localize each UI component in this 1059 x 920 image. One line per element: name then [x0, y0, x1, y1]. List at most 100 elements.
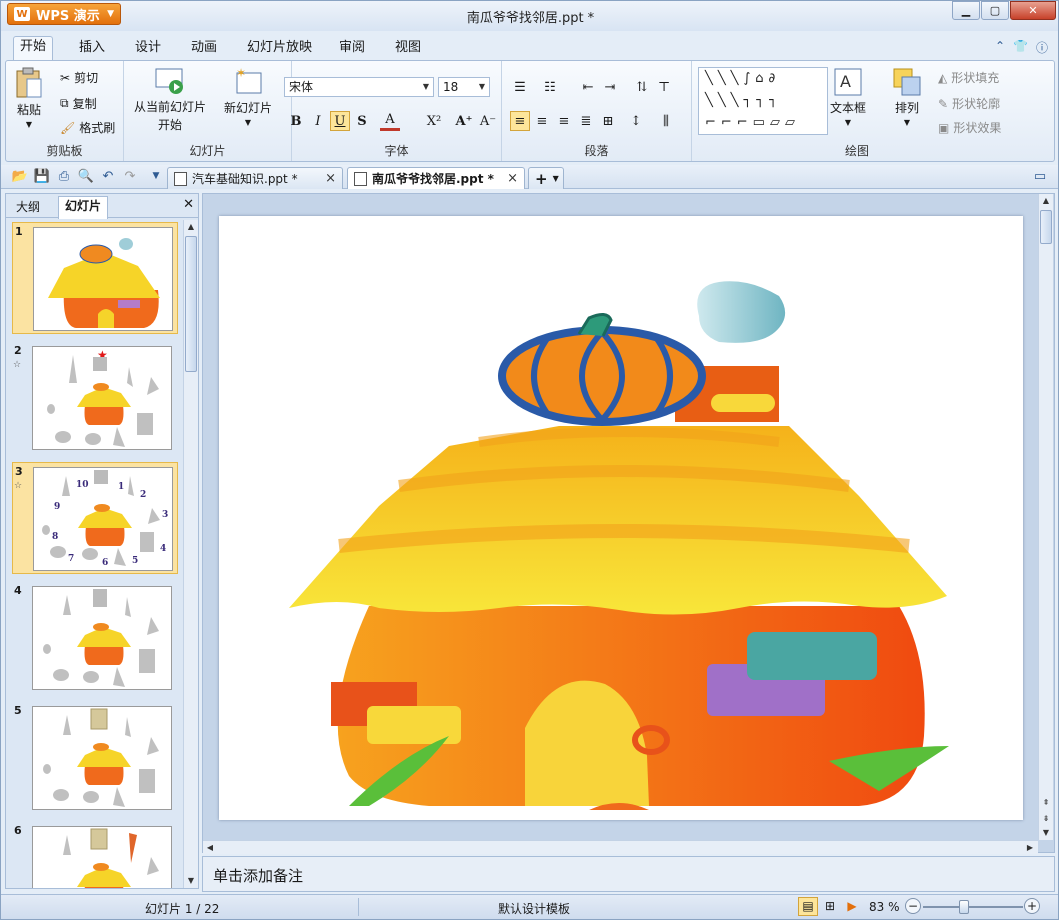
shape-outline-button[interactable]: ✎ 形状轮廓: [938, 95, 1000, 112]
shape-effect-button[interactable]: ▣ 形状效果: [938, 119, 1001, 136]
zoom-in-button[interactable]: +: [1024, 898, 1040, 914]
save-icon[interactable]: 💾: [33, 168, 51, 185]
close-icon[interactable]: ×: [325, 171, 336, 186]
slide-thumbnail-1[interactable]: 1: [12, 222, 178, 334]
copy-button[interactable]: ⧉ 复制: [60, 95, 97, 112]
editor-vscrollbar[interactable]: ▲ ⇞ ⇟ ▼: [1038, 194, 1053, 840]
textbox-button[interactable]: A 文本框 ▼: [830, 67, 866, 127]
new-tab-button[interactable]: + ▼: [528, 167, 564, 189]
clipboard-group: 粘贴 ▼ ✂ 剪切 ⧉ 复制 🖌 格式刷 剪贴板: [6, 61, 124, 161]
editor-hscrollbar[interactable]: ◀ ▶: [203, 840, 1038, 854]
tab-animation[interactable]: 动画: [185, 38, 223, 60]
prev-slide-icon[interactable]: ⇞: [1039, 796, 1053, 810]
number-list-icon[interactable]: ☷: [540, 77, 560, 97]
status-divider: [358, 898, 359, 916]
skin-icon[interactable]: 👕: [1013, 39, 1028, 56]
text-direction-icon[interactable]: ⇅: [632, 77, 652, 97]
maximize-button[interactable]: ▢: [981, 1, 1009, 20]
slideshow-view-icon[interactable]: ▶: [842, 897, 862, 916]
font-size-combo[interactable]: 18 ▼: [438, 77, 490, 97]
zoom-slider-handle[interactable]: [959, 900, 969, 914]
font-color-button[interactable]: A: [380, 111, 400, 131]
sorter-view-icon[interactable]: ⊞: [820, 897, 840, 916]
format-painter-button[interactable]: 🖌 格式刷: [60, 119, 115, 136]
tab-list-icon[interactable]: ▭: [1031, 168, 1049, 185]
decrease-indent-icon[interactable]: ⇤: [578, 77, 598, 97]
shape-fill-label: 形状填充: [951, 71, 1000, 85]
scroll-thumb[interactable]: [1040, 210, 1052, 244]
help-icon[interactable]: ⓘ: [1036, 39, 1048, 56]
justify-icon[interactable]: ≣: [576, 111, 596, 131]
scroll-right-icon[interactable]: ▶: [1023, 841, 1037, 855]
scroll-down-icon[interactable]: ▼: [184, 874, 198, 888]
align-left-icon[interactable]: ≡: [510, 111, 530, 131]
slide-thumbnail-2[interactable]: 2 ☆ ★: [12, 342, 178, 454]
thumbnail-scrollbar[interactable]: ▲ ▼: [183, 220, 198, 888]
arrange-label: 排列: [894, 101, 919, 115]
close-icon[interactable]: ✕: [183, 197, 194, 212]
grow-font-button[interactable]: A⁺: [454, 111, 474, 131]
open-folder-icon[interactable]: 📂: [11, 168, 29, 185]
customize-toolbar-icon[interactable]: ▼: [147, 168, 165, 185]
line-spacing-icon[interactable]: ↕: [626, 111, 646, 131]
tab-insert[interactable]: 插入: [73, 38, 111, 60]
notes-pane[interactable]: 单击添加备注: [202, 856, 1055, 892]
play-from-current-button[interactable]: 从当前幻灯片 开始: [134, 67, 206, 133]
align-center-icon[interactable]: ≡: [532, 111, 552, 131]
tab-home[interactable]: 开始: [13, 36, 54, 61]
font-name-combo[interactable]: 宋体 ▼: [284, 77, 434, 97]
slide-thumbnail-6[interactable]: 6: [12, 822, 178, 888]
doc-tab-car[interactable]: 汽车基础知识.ppt * ×: [167, 167, 343, 189]
underline-button[interactable]: U: [330, 111, 350, 131]
shrink-font-button[interactable]: A⁻: [478, 111, 498, 131]
align-right-icon[interactable]: ≡: [554, 111, 574, 131]
minimize-button[interactable]: ▁: [952, 1, 980, 20]
redo-icon[interactable]: ↷: [121, 168, 139, 185]
shapes-gallery[interactable]: ╲╲╲∫⌂∂ ╲╲╲┐┐┐ ⌐⌐⌐▭▱▱: [698, 67, 828, 135]
tab-design[interactable]: 设计: [129, 38, 167, 60]
scroll-thumb[interactable]: [185, 236, 197, 372]
scroll-up-icon[interactable]: ▲: [184, 220, 198, 234]
tab-slides[interactable]: 幻灯片: [58, 196, 109, 219]
scroll-left-icon[interactable]: ◀: [203, 841, 217, 855]
shadow-button[interactable]: S: [352, 111, 372, 131]
tab-view[interactable]: 视图: [389, 38, 427, 60]
italic-button[interactable]: I: [308, 111, 328, 131]
tab-slideshow[interactable]: 幻灯片放映: [241, 38, 318, 60]
close-icon[interactable]: ×: [507, 171, 518, 186]
distribute-icon[interactable]: ⊞: [598, 111, 618, 131]
format-painter-label: 格式刷: [79, 121, 116, 135]
slide-canvas[interactable]: [219, 216, 1023, 820]
columns-icon[interactable]: ⫼: [656, 111, 676, 131]
bold-button[interactable]: B: [286, 111, 306, 131]
bullet-list-icon[interactable]: ☰: [510, 77, 530, 97]
scroll-down-icon[interactable]: ▼: [1039, 826, 1053, 840]
align-text-icon[interactable]: ⊤: [654, 77, 674, 97]
superscript-button[interactable]: X²: [424, 111, 444, 131]
print-icon[interactable]: ⎙: [55, 168, 73, 185]
slide-thumbnail-3[interactable]: 3 ☆ 10 1 2 3 4 5 6 7 8 9: [12, 462, 178, 574]
undo-icon[interactable]: ↶: [99, 168, 117, 185]
zoom-slider-track[interactable]: [923, 906, 1023, 908]
next-slide-icon[interactable]: ⇟: [1039, 812, 1053, 826]
tab-outline[interactable]: 大纲: [10, 198, 46, 218]
doc-tab-pumpkin[interactable]: 南瓜爷爷找邻居.ppt * ×: [347, 167, 525, 189]
paste-button[interactable]: 粘贴 ▼: [14, 67, 44, 129]
slide-thumbnail-5[interactable]: 5: [12, 702, 178, 814]
slide-thumb-frame: 10 1 2 3 4 5 6 7 8 9: [33, 467, 173, 571]
scroll-up-icon[interactable]: ▲: [1039, 194, 1053, 208]
normal-view-icon[interactable]: ▤: [798, 897, 818, 916]
shape-fill-button[interactable]: ◭ 形状填充: [938, 69, 999, 86]
collapse-ribbon-icon[interactable]: ⌃: [995, 39, 1005, 56]
print-preview-icon[interactable]: 🔍: [77, 168, 95, 185]
arrange-button[interactable]: 排列 ▼: [892, 67, 922, 127]
tab-review[interactable]: 审阅: [333, 38, 371, 60]
zoom-out-button[interactable]: −: [905, 898, 921, 914]
cut-button[interactable]: ✂ 剪切: [60, 69, 98, 86]
new-slide-button[interactable]: ✶ 新幻灯片 ▼: [224, 67, 272, 127]
slides-group-label: 幻灯片: [189, 144, 226, 158]
slide-thumbnail-4[interactable]: 4: [12, 582, 178, 694]
increase-indent-icon[interactable]: ⇥: [600, 77, 620, 97]
close-button[interactable]: ✕: [1010, 1, 1056, 20]
doc-tab-label: 汽车基础知识.ppt *: [192, 172, 298, 186]
